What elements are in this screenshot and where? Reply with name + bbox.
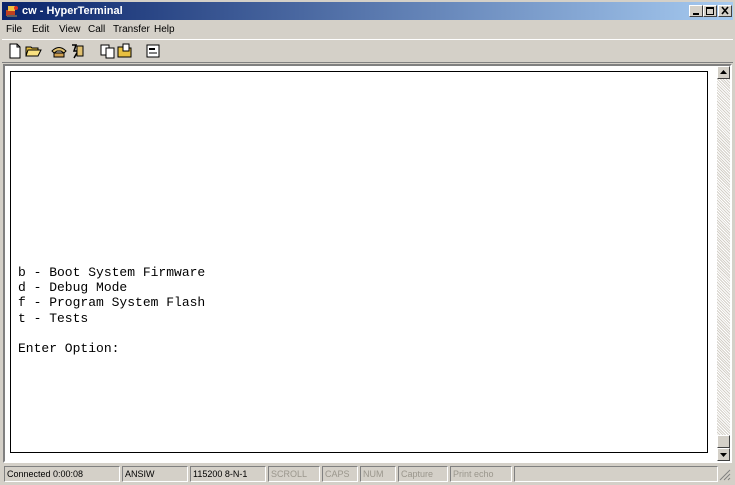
status-empty-panel bbox=[514, 466, 718, 482]
status-num: NUM bbox=[360, 466, 396, 482]
status-caps: CAPS bbox=[322, 466, 358, 482]
menu-help[interactable]: Help bbox=[154, 23, 175, 36]
menu-file[interactable]: File bbox=[6, 23, 22, 36]
status-scroll: SCROLL bbox=[268, 466, 320, 482]
menu-transfer[interactable]: Transfer bbox=[113, 23, 150, 36]
close-button[interactable] bbox=[718, 5, 732, 17]
status-print-echo: Print echo bbox=[450, 466, 512, 482]
terminal-screen[interactable]: b - Boot System Firmware d - Debug Mode … bbox=[10, 71, 708, 453]
vertical-scrollbar[interactable] bbox=[717, 66, 730, 461]
menu-bar: File Edit View Call Transfer Help bbox=[2, 21, 733, 38]
receive-file-icon[interactable] bbox=[116, 42, 134, 60]
open-folder-icon[interactable] bbox=[24, 42, 42, 60]
menu-view[interactable]: View bbox=[59, 23, 81, 36]
properties-icon[interactable] bbox=[144, 42, 162, 60]
status-port-settings: 115200 8-N-1 bbox=[190, 466, 266, 482]
minimize-button[interactable] bbox=[689, 5, 703, 17]
terminal-line-boot: b - Boot System Firmware bbox=[18, 265, 206, 280]
scroll-up-arrow-icon[interactable] bbox=[717, 66, 730, 79]
disconnect-phone-icon[interactable] bbox=[68, 42, 86, 60]
status-bar: Connected 0:00:08 ANSIW 115200 8-N-1 SCR… bbox=[2, 465, 733, 483]
scroll-down-arrow-icon[interactable] bbox=[717, 448, 730, 461]
window-title: cw - HyperTerminal bbox=[22, 5, 123, 17]
title-bar[interactable]: cw - HyperTerminal bbox=[2, 2, 733, 20]
menu-call[interactable]: Call bbox=[88, 23, 105, 36]
new-document-icon[interactable] bbox=[6, 42, 24, 60]
hyperterminal-window: cw - HyperTerminal File Edit View Call T… bbox=[0, 0, 735, 485]
toolbar bbox=[2, 39, 733, 63]
terminal-line-tests: t - Tests bbox=[18, 311, 89, 326]
hyperterminal-app-icon[interactable] bbox=[5, 4, 19, 18]
status-connected: Connected 0:00:08 bbox=[4, 466, 120, 482]
terminal-prompt: Enter Option: bbox=[18, 341, 120, 356]
scrollbar-thumb[interactable] bbox=[717, 435, 730, 448]
maximize-button[interactable] bbox=[703, 5, 717, 17]
scrollbar-track[interactable] bbox=[717, 66, 730, 461]
status-emulation: ANSIW bbox=[122, 466, 188, 482]
status-capture: Capture bbox=[398, 466, 448, 482]
terminal-line-debug: d - Debug Mode bbox=[18, 280, 128, 295]
call-phone-icon[interactable] bbox=[50, 42, 68, 60]
menu-edit[interactable]: Edit bbox=[32, 23, 49, 36]
send-file-icon[interactable] bbox=[98, 42, 116, 60]
terminal-line-flash: f - Program System Flash bbox=[18, 295, 206, 310]
resize-grip-icon[interactable] bbox=[719, 469, 731, 481]
